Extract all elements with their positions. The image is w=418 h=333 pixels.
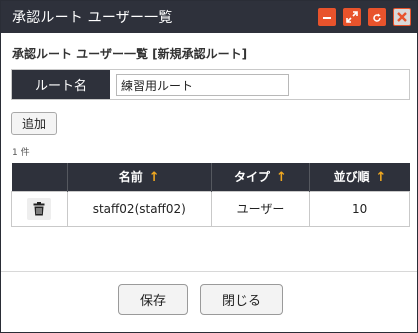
- record-count: 1 件: [12, 148, 30, 158]
- column-header-name-label: 名前: [118, 170, 143, 185]
- close-button[interactable]: 閉じる: [200, 284, 283, 315]
- save-button[interactable]: 保存: [118, 284, 188, 315]
- approval-route-window: 承認ルート ユーザー一覧 承認ルート ユーザー一覧 [新規承認ルート] ルート名…: [0, 0, 418, 333]
- column-header-name[interactable]: 名前 ↑: [66, 163, 212, 191]
- column-header-order[interactable]: 並び順 ↑: [309, 163, 410, 191]
- sort-up-arrow-icon: ↑: [276, 170, 287, 186]
- sort-up-arrow-icon: ↑: [148, 170, 160, 186]
- minimize-button[interactable]: [318, 8, 336, 26]
- table-row: staff02(staff02) ユーザー 10: [11, 190, 410, 227]
- sort-up-arrow-icon: ↑: [375, 170, 387, 186]
- window-title: 承認ルート ユーザー一覧: [12, 10, 173, 26]
- refresh-button[interactable]: [368, 8, 386, 26]
- title-bar[interactable]: 承認ルート ユーザー一覧: [1, 1, 417, 33]
- row-name-cell: staff02(staff02): [66, 190, 212, 227]
- minimize-icon: [322, 8, 332, 27]
- maximize-icon: [346, 8, 358, 27]
- route-name-input[interactable]: [116, 74, 289, 96]
- add-button[interactable]: 追加: [11, 112, 57, 135]
- maximize-button[interactable]: [343, 8, 361, 26]
- footer-divider: [1, 271, 417, 272]
- close-icon: [396, 8, 408, 27]
- trash-icon[interactable]: [27, 197, 52, 220]
- refresh-icon: [372, 8, 382, 27]
- close-window-button[interactable]: [393, 8, 411, 26]
- column-header-actions: [11, 163, 68, 191]
- table-header-row: 名前 ↑ タイプ ↑ 並び順 ↑: [11, 163, 410, 191]
- row-actions-cell: [11, 190, 68, 227]
- column-header-type[interactable]: タイプ ↑: [210, 163, 310, 191]
- column-header-order-label: 並び順: [333, 170, 370, 185]
- row-type-cell: ユーザー: [210, 190, 311, 227]
- route-name-label: ルート名: [12, 70, 110, 99]
- route-name-row: ルート名: [11, 69, 410, 100]
- user-table: 名前 ↑ タイプ ↑ 並び順 ↑ staff02(staff02) ユーザー 1…: [11, 163, 410, 227]
- row-order-cell: 10: [309, 190, 410, 227]
- page-heading: 承認ルート ユーザー一覧 [新規承認ルート]: [12, 47, 248, 61]
- column-header-type-label: タイプ: [234, 170, 271, 185]
